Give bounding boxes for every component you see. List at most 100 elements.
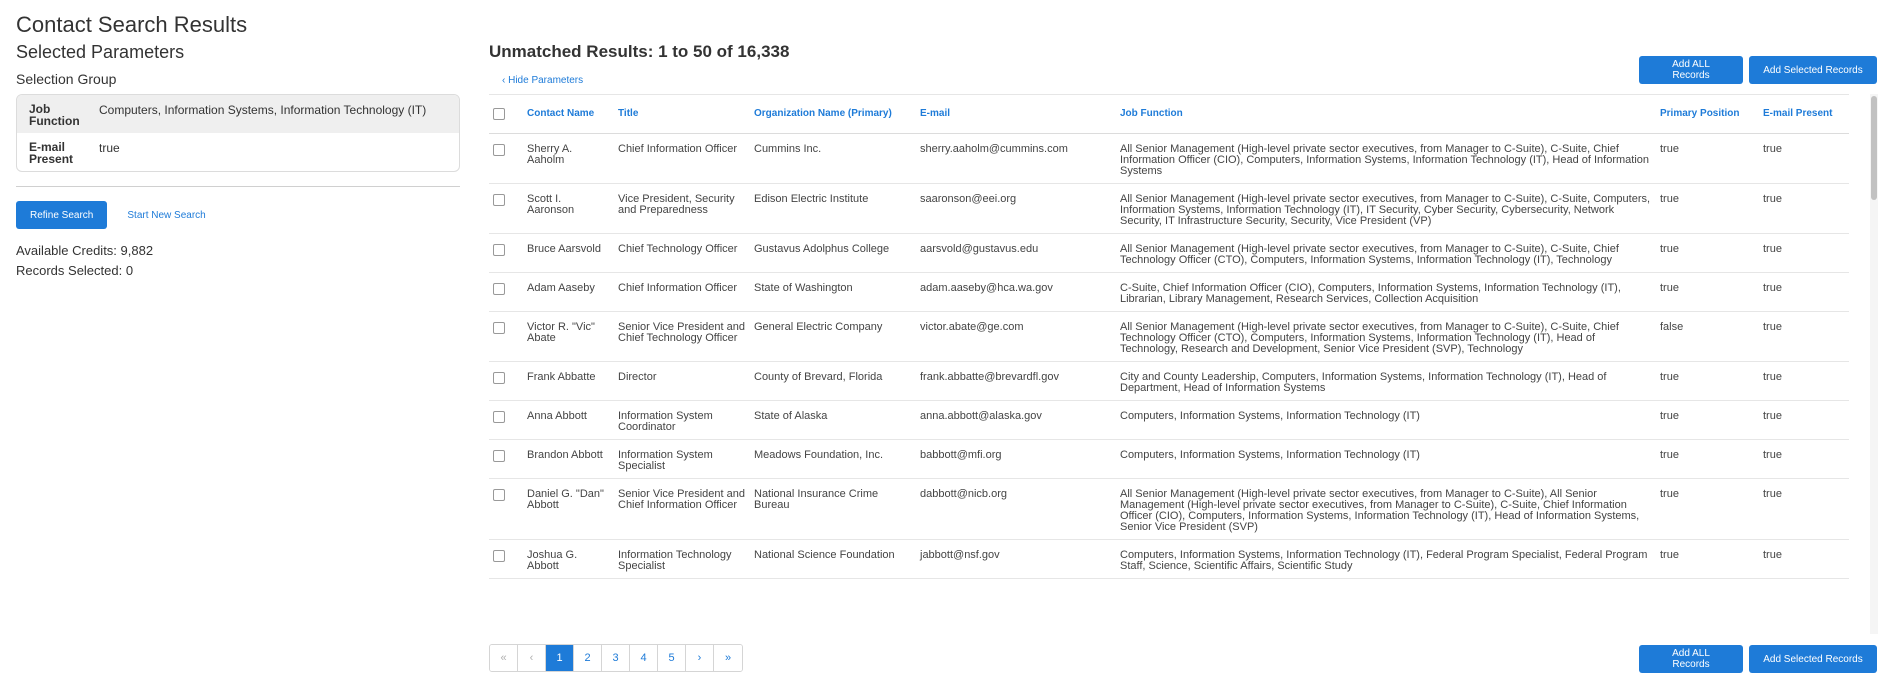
organization-cell: Cummins Inc. bbox=[750, 133, 916, 184]
email-present-cell: true bbox=[1759, 539, 1849, 579]
row-select-cell bbox=[489, 478, 523, 540]
parameter-row: E-mail Present true bbox=[17, 133, 459, 171]
email-cell: adam.aaseby@hca.wa.gov bbox=[916, 272, 1116, 312]
email-present-cell: true bbox=[1759, 311, 1849, 362]
title-cell: Information Technology Specialist bbox=[614, 539, 750, 579]
parameters-panel: Selected Parameters Selection Group Job … bbox=[16, 40, 460, 281]
row-checkbox[interactable] bbox=[493, 549, 505, 562]
table-scrollbar-thumb[interactable] bbox=[1871, 96, 1877, 200]
column-header-job-function[interactable]: Job Function bbox=[1116, 95, 1656, 134]
row-checkbox[interactable] bbox=[493, 193, 505, 206]
contact-name-cell: Scott I. Aaronson bbox=[523, 183, 614, 234]
column-header-email[interactable]: E-mail bbox=[916, 95, 1116, 134]
table-row[interactable]: Brandon Abbott Information System Special… bbox=[489, 439, 1849, 479]
parameters-box: Job Function Computers, Information Syst… bbox=[16, 94, 460, 172]
parameter-value: Computers, Information Systems, Informat… bbox=[99, 103, 427, 117]
column-header-email-present[interactable]: E-mail Present bbox=[1759, 95, 1849, 134]
primary-position-cell: true bbox=[1656, 233, 1759, 273]
column-header-contact-name[interactable]: Contact Name bbox=[523, 95, 614, 134]
table-row[interactable]: Anna Abbott Information System Coordinato… bbox=[489, 400, 1849, 440]
email-present-cell: true bbox=[1759, 400, 1849, 440]
title-cell: Chief Information Officer bbox=[614, 133, 750, 184]
email-cell: dabbott@nicb.org bbox=[916, 478, 1116, 540]
row-checkbox[interactable] bbox=[493, 321, 505, 334]
email-present-cell: true bbox=[1759, 233, 1849, 273]
contact-name-cell: Frank Abbatte bbox=[523, 361, 614, 401]
column-header-title[interactable]: Title bbox=[614, 95, 750, 134]
contact-name-cell: Brandon Abbott bbox=[523, 439, 614, 479]
row-checkbox[interactable] bbox=[493, 488, 505, 501]
row-checkbox[interactable] bbox=[493, 371, 505, 384]
email-cell: anna.abbott@alaska.gov bbox=[916, 400, 1116, 440]
title-cell: Senior Vice President and Chief Technolo… bbox=[614, 311, 750, 362]
pagination-last[interactable]: » bbox=[714, 645, 742, 671]
start-new-search-link[interactable]: Start New Search bbox=[127, 210, 205, 221]
contact-name-cell: Adam Aaseby bbox=[523, 272, 614, 312]
column-header-primary-position[interactable]: Primary Position bbox=[1656, 95, 1759, 134]
primary-position-cell: true bbox=[1656, 272, 1759, 312]
row-checkbox[interactable] bbox=[493, 410, 505, 423]
email-cell: babbott@mfi.org bbox=[916, 439, 1116, 479]
row-checkbox[interactable] bbox=[493, 449, 505, 462]
pagination-page[interactable]: 4 bbox=[630, 645, 658, 671]
pagination: « ‹ 1 2 3 4 5 › » bbox=[489, 644, 743, 672]
select-all-checkbox[interactable] bbox=[493, 107, 505, 120]
job-function-cell: Computers, Information Systems, Informat… bbox=[1116, 539, 1656, 579]
contact-name-cell: Daniel G. "Dan" Abbott bbox=[523, 478, 614, 540]
row-select-cell bbox=[489, 361, 523, 401]
row-select-cell bbox=[489, 400, 523, 440]
table-row[interactable]: Bruce Aarsvold Chief Technology Officer Gu… bbox=[489, 233, 1849, 273]
organization-cell: County of Brevard, Florida bbox=[750, 361, 916, 401]
organization-cell: National Insurance Crime Bureau bbox=[750, 478, 916, 540]
organization-cell: Meadows Foundation, Inc. bbox=[750, 439, 916, 479]
table-row[interactable]: Sherry A. Aaholm Chief Information Office… bbox=[489, 133, 1849, 184]
row-select-cell bbox=[489, 311, 523, 362]
add-selected-records-button[interactable]: Add Selected Records bbox=[1749, 56, 1877, 84]
row-select-cell bbox=[489, 439, 523, 479]
table-row[interactable]: Joshua G. Abbott Information Technology S… bbox=[489, 539, 1849, 579]
primary-position-cell: true bbox=[1656, 183, 1759, 234]
email-cell: jabbott@nsf.gov bbox=[916, 539, 1116, 579]
table-row[interactable]: Scott I. Aaronson Vice President, Securit… bbox=[489, 183, 1849, 234]
table-row[interactable]: Adam Aaseby Chief Information Officer Stat… bbox=[489, 272, 1849, 312]
organization-cell: General Electric Company bbox=[750, 311, 916, 362]
table-row[interactable]: Daniel G. "Dan" Abbott Senior Vice Presid… bbox=[489, 478, 1849, 540]
pagination-page[interactable]: 2 bbox=[574, 645, 602, 671]
refine-search-button[interactable]: Refine Search bbox=[16, 201, 108, 229]
table-header-row: Contact Name Title Organization Name (Pr… bbox=[489, 95, 1849, 134]
add-selected-records-button-bottom[interactable]: Add Selected Records bbox=[1749, 645, 1877, 673]
table-row[interactable]: Victor R. "Vic" Abate Senior Vice Preside… bbox=[489, 311, 1849, 362]
results-table: Contact Name Title Organization Name (Pr… bbox=[489, 95, 1849, 579]
row-checkbox[interactable] bbox=[493, 143, 505, 156]
column-header-organization[interactable]: Organization Name (Primary) bbox=[750, 95, 916, 134]
hide-parameters-link[interactable]: ‹ Hide Parameters bbox=[502, 75, 583, 86]
title-cell: Information System Specialist bbox=[614, 439, 750, 479]
contact-name-cell: Sherry A. Aaholm bbox=[523, 133, 614, 184]
email-present-cell: true bbox=[1759, 272, 1849, 312]
row-checkbox[interactable] bbox=[493, 282, 505, 295]
pagination-next[interactable]: › bbox=[686, 645, 714, 671]
email-cell: victor.abate@ge.com bbox=[916, 311, 1116, 362]
table-row[interactable]: Frank Abbatte Director County of Brevard, … bbox=[489, 361, 1849, 401]
parameter-key: E-mail Present bbox=[29, 140, 74, 166]
contact-name-cell: Joshua G. Abbott bbox=[523, 539, 614, 579]
add-all-records-button[interactable]: Add ALL Records bbox=[1639, 56, 1743, 84]
pagination-first[interactable]: « bbox=[490, 645, 518, 671]
results-heading: Unmatched Results: 1 to 50 of 16,338 bbox=[489, 42, 790, 61]
row-checkbox[interactable] bbox=[493, 243, 505, 256]
job-function-cell: All Senior Management (High-level privat… bbox=[1116, 233, 1656, 273]
email-present-cell: true bbox=[1759, 478, 1849, 540]
add-all-records-button-bottom[interactable]: Add ALL Records bbox=[1639, 645, 1743, 673]
selected-parameters-heading: Selected Parameters bbox=[16, 42, 185, 62]
records-selected: Records Selected: 0 bbox=[16, 263, 134, 278]
contact-name-cell: Victor R. "Vic" Abate bbox=[523, 311, 614, 362]
organization-cell: State of Alaska bbox=[750, 400, 916, 440]
pagination-page[interactable]: 3 bbox=[602, 645, 630, 671]
pagination-page[interactable]: 1 bbox=[546, 645, 574, 671]
pagination-page[interactable]: 5 bbox=[658, 645, 686, 671]
available-credits: Available Credits: 9,882 bbox=[16, 243, 154, 258]
title-cell: Information System Coordinator bbox=[614, 400, 750, 440]
primary-position-cell: true bbox=[1656, 361, 1759, 401]
title-cell: Vice President, Security and Preparednes… bbox=[614, 183, 750, 234]
pagination-prev[interactable]: ‹ bbox=[518, 645, 546, 671]
